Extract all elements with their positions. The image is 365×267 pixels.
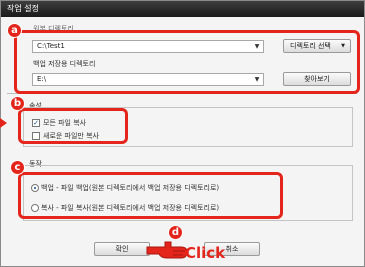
highlight-directory-section [14,30,360,94]
badge-b: b [10,96,25,111]
window-title: 작업 설정 [1,1,364,17]
badge-c: c [10,160,25,175]
click-label: Click [185,244,226,262]
arrow-pointer-icon [0,118,7,128]
highlight-attributes-section [18,108,128,144]
highlight-mode-section [18,172,283,219]
ok-button[interactable]: 확인 [94,242,150,256]
badge-a: a [7,23,22,38]
